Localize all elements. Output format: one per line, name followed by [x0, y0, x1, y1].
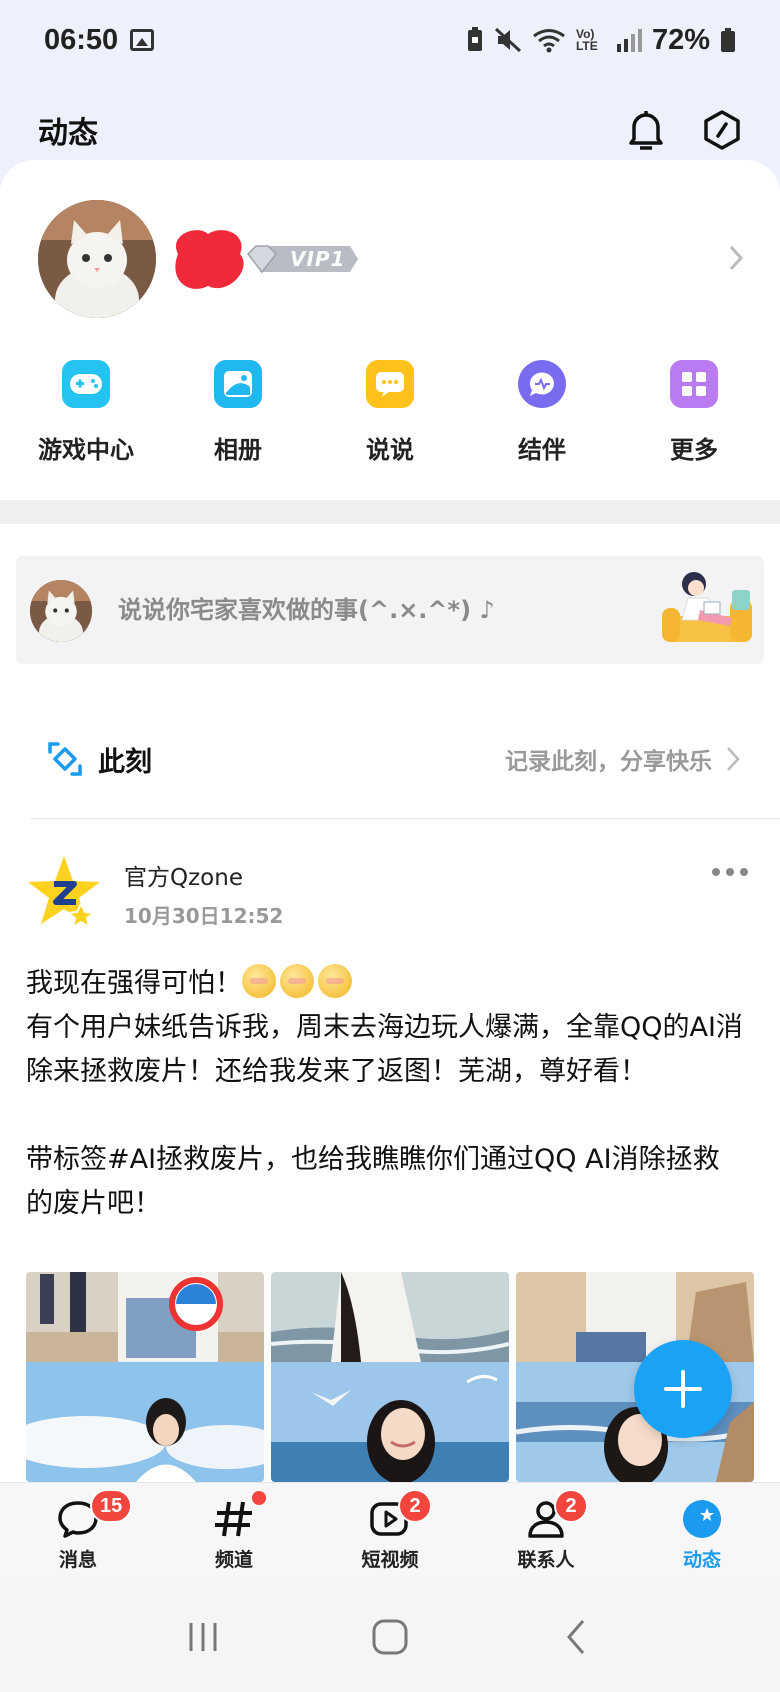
- compose-placeholder: 说说你宅家喜欢做的事(^.×.^*) ♪: [118, 596, 495, 624]
- plus-icon: [664, 1370, 702, 1408]
- speech-bubble-icon: [366, 360, 414, 408]
- reading-girl-illustration: [662, 572, 752, 642]
- shortcut-label: 结伴: [518, 436, 566, 464]
- create-post-button[interactable]: [634, 1340, 732, 1438]
- signal-icon: [616, 29, 642, 52]
- moment-row[interactable]: 此刻 记录此刻，分享快乐: [0, 722, 780, 796]
- status-bar: 06:50 Vo) LTE 72%: [0, 0, 780, 80]
- battery-percentage: 72%: [651, 23, 710, 56]
- shortcut-game-center[interactable]: 游戏中心: [16, 360, 156, 465]
- status-time: 06:50: [44, 23, 119, 56]
- post-author[interactable]: 官方Qzone: [124, 858, 243, 892]
- section-divider: [0, 500, 780, 524]
- qzone-star-avatar[interactable]: [26, 854, 102, 930]
- home-icon[interactable]: [370, 1617, 410, 1657]
- unread-badge: 2: [554, 1489, 588, 1523]
- shortcut-companion[interactable]: 结伴: [472, 360, 612, 465]
- shortcut-album[interactable]: 相册: [168, 360, 308, 465]
- post-time: 10月30日12:52: [124, 904, 284, 928]
- compose-box[interactable]: 说说你宅家喜欢做的事(^.×.^*) ♪: [16, 556, 764, 664]
- shortcut-label: 游戏中心: [38, 436, 134, 464]
- album-icon: [214, 360, 262, 408]
- post-photo[interactable]: [26, 1272, 264, 1482]
- companion-icon: [518, 360, 566, 408]
- shortcut-label: 更多: [670, 436, 718, 464]
- post-paragraph: 有个用户妹纸告诉我，周末去海边玩人爆满，全靠QQ的AI消除来拯救废片！还给我发来…: [26, 1012, 743, 1087]
- status-icons: Vo) LTE 72%: [466, 24, 736, 57]
- post-body: 我现在强得可怕！ 有个用户妹纸告诉我，周末去海边玩人爆满，全靠QQ的AI消除来拯…: [26, 962, 746, 1226]
- avatar[interactable]: [38, 200, 156, 318]
- tab-label: 短视频: [361, 1549, 419, 1571]
- post-photo[interactable]: [271, 1272, 509, 1482]
- avatar: [30, 580, 92, 642]
- moment-hint: 记录此刻，分享快乐: [505, 749, 712, 775]
- battery-icon: [721, 28, 735, 52]
- unread-badge: 2: [398, 1489, 432, 1523]
- hashtag-icon: [215, 1501, 252, 1537]
- tab-label: 动态: [682, 1549, 721, 1571]
- tab-messages[interactable]: 15 消息: [0, 1483, 156, 1582]
- qzone-star-icon: [683, 1500, 721, 1538]
- recent-apps-icon[interactable]: [183, 1617, 223, 1657]
- chevron-right-icon[interactable]: [728, 244, 744, 272]
- tab-feed[interactable]: 动态: [624, 1483, 780, 1582]
- moment-title: 此刻: [98, 746, 152, 778]
- shortcut-more[interactable]: 更多: [624, 360, 764, 465]
- wifi-icon: [533, 29, 565, 53]
- new-dot-badge: [252, 1491, 266, 1505]
- shortcut-label: 说说: [366, 436, 414, 464]
- blush-emoji-icon: [280, 964, 314, 998]
- unread-badge: 15: [90, 1489, 133, 1523]
- bottom-tab-bar: 15 消息 频道 2 短视频 2 联系人 动态: [0, 1482, 780, 1582]
- blush-emoji-icon: [242, 964, 276, 998]
- blush-emoji-icon: [318, 964, 352, 998]
- tab-contacts[interactable]: 2 联系人: [468, 1483, 624, 1582]
- tab-label: 联系人: [517, 1549, 575, 1571]
- profile-card[interactable]: VIP1 游戏中心 相册 说说 结伴 更多: [0, 160, 780, 500]
- bell-icon[interactable]: [626, 109, 666, 151]
- redacted-nickname: [175, 230, 244, 289]
- more-options-icon[interactable]: [712, 868, 748, 876]
- tab-channels[interactable]: 频道: [156, 1483, 312, 1582]
- gamepad-icon: [62, 360, 110, 408]
- page-title: 动态: [38, 116, 98, 151]
- gallery-notification-icon: [130, 29, 155, 51]
- moment-icon: [48, 742, 82, 776]
- shortcut-label: 相册: [214, 436, 262, 464]
- lte-indicator: Vo) LTE: [575, 27, 598, 53]
- tab-label: 消息: [58, 1549, 97, 1571]
- shortcut-shuoshuo[interactable]: 说说: [320, 360, 460, 465]
- tab-short-video[interactable]: 2 短视频: [312, 1483, 468, 1582]
- mute-icon: [494, 27, 521, 53]
- back-icon[interactable]: [557, 1617, 597, 1657]
- system-navigation-bar: [0, 1582, 780, 1692]
- vip-level: VIP1: [290, 247, 346, 271]
- tab-label: 频道: [214, 1549, 253, 1571]
- post-line1: 我现在强得可怕！: [26, 968, 242, 999]
- post-paragraph: 带标签#AI拯救废片，也给我瞧瞧你们通过QQ AI消除拯救的废片吧！: [26, 1144, 720, 1219]
- chevron-right-icon: [727, 747, 740, 771]
- shortcut-row: 游戏中心 相册 说说 结伴 更多: [0, 360, 780, 465]
- settings-hexagon-icon[interactable]: [702, 109, 742, 151]
- divider: [30, 818, 780, 819]
- battery-saver-icon: [467, 27, 482, 51]
- grid-icon: [670, 360, 718, 408]
